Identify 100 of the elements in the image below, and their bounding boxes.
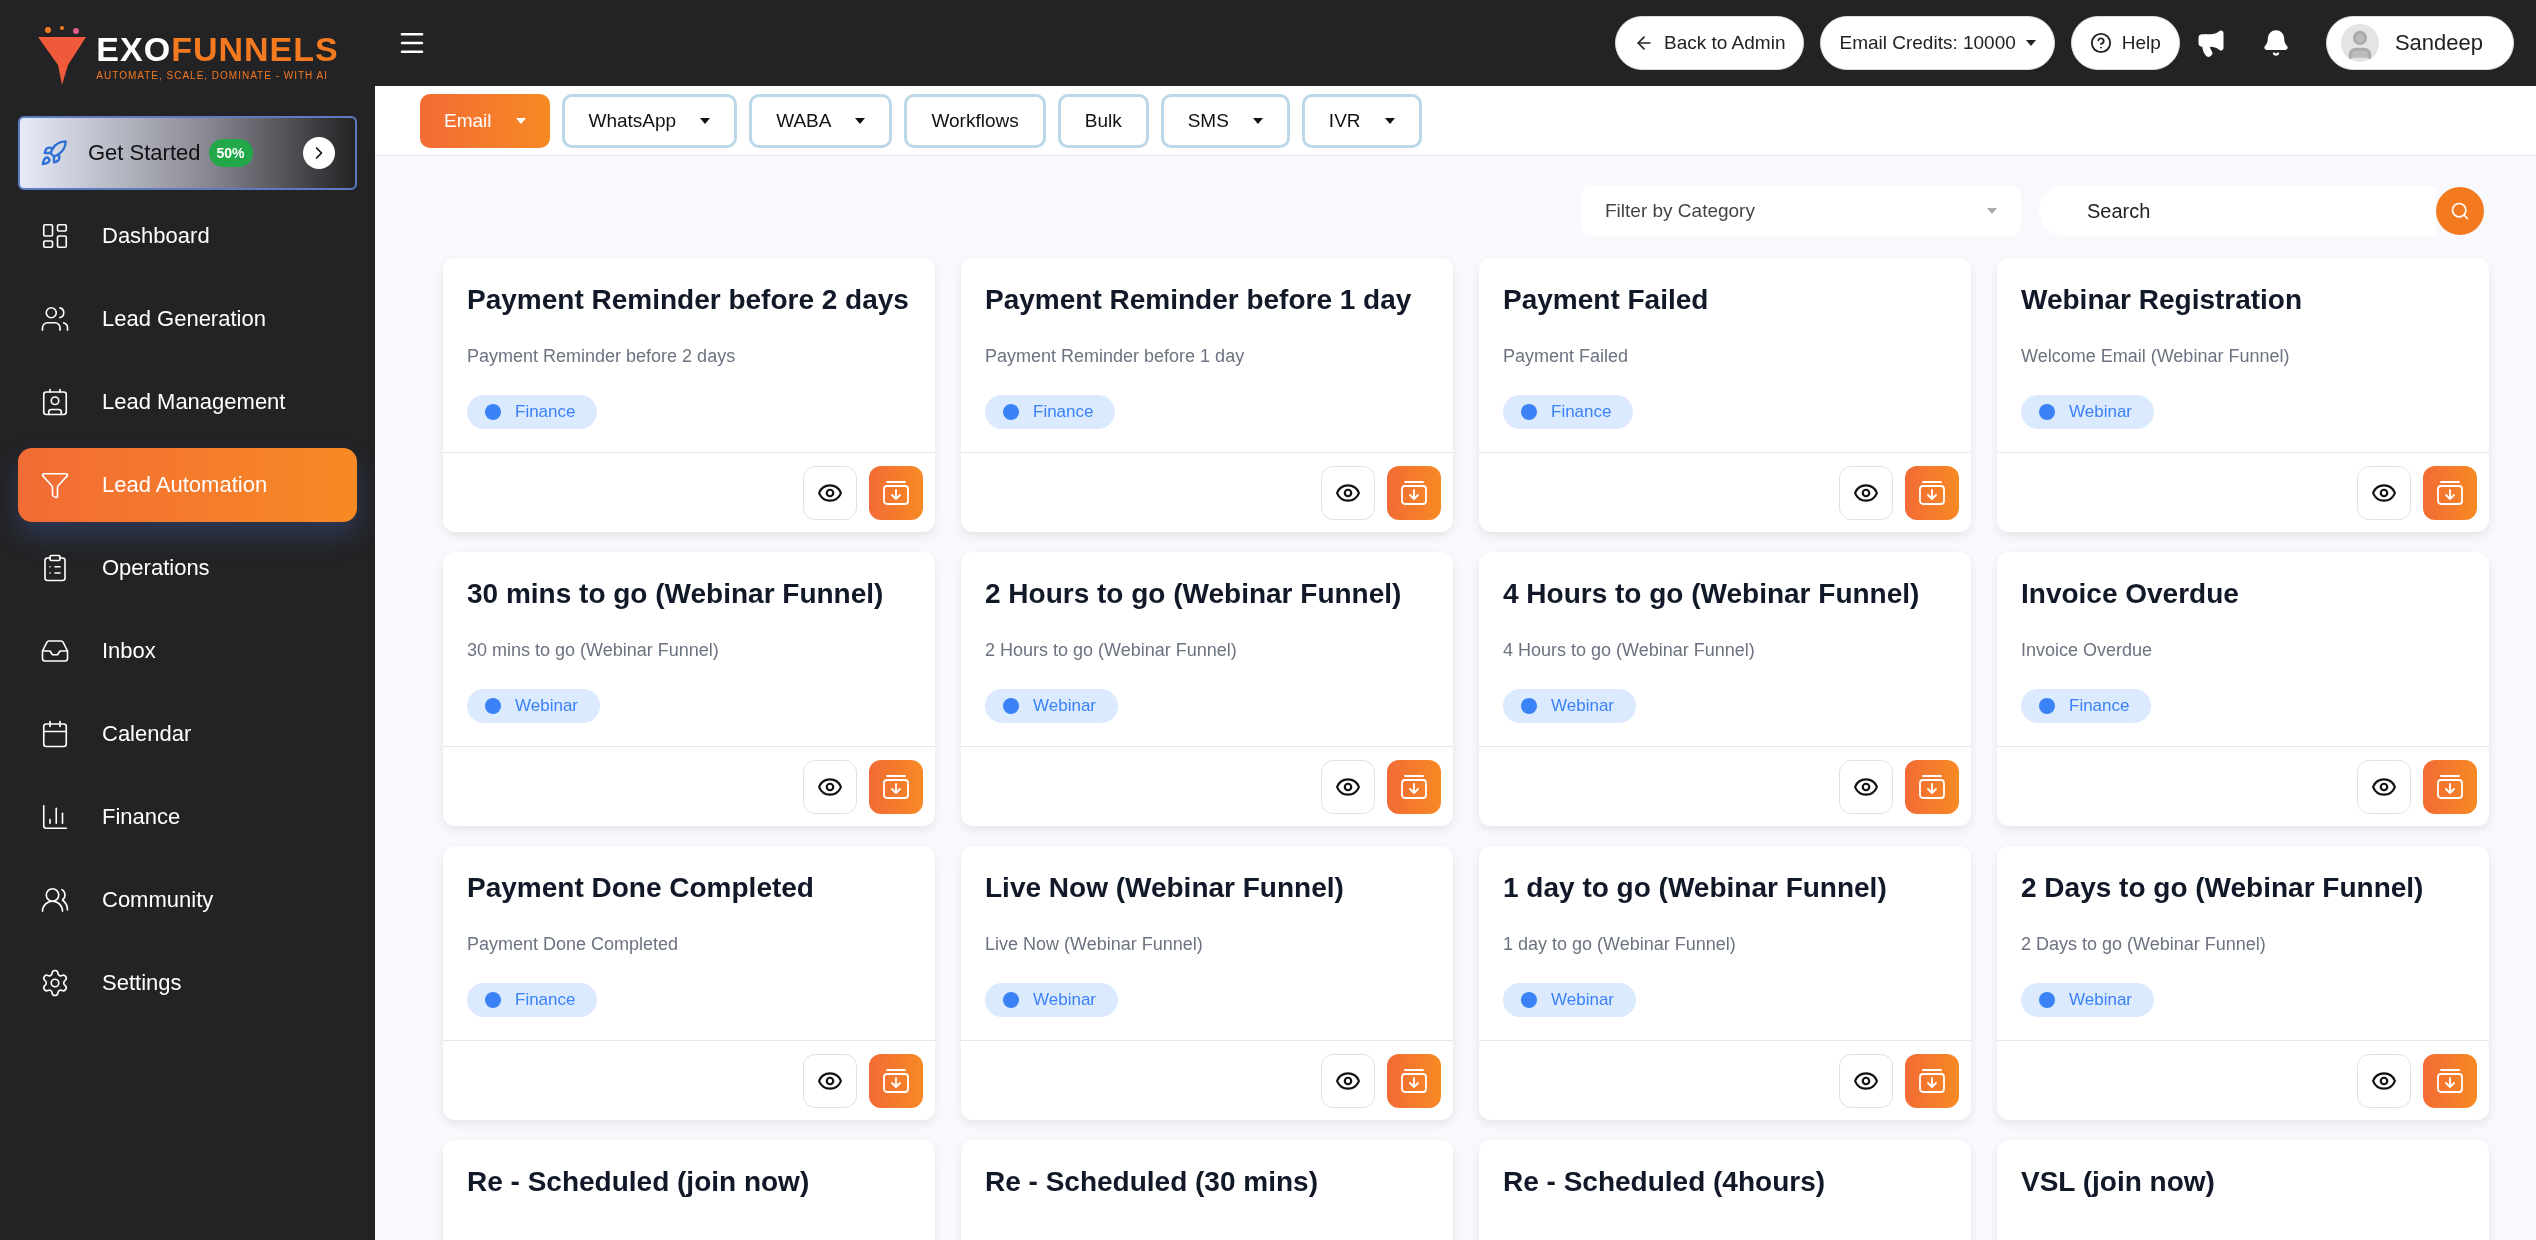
contact-card-icon: [40, 387, 70, 417]
card-title: 4 Hours to go (Webinar Funnel): [1503, 578, 1921, 610]
tray-download-icon: [2437, 480, 2463, 505]
tag-label: Finance: [1033, 402, 1094, 422]
import-button[interactable]: [1387, 759, 1441, 814]
import-button[interactable]: [869, 759, 923, 814]
tag-dot-icon: [2039, 404, 2055, 420]
card-subtitle: Payment Reminder before 1 day: [985, 346, 1246, 367]
preview-button[interactable]: [2357, 759, 2411, 814]
sidebar-item[interactable]: Settings: [18, 946, 357, 1020]
group-icon: [40, 885, 70, 915]
import-button[interactable]: [869, 1053, 923, 1108]
help-button[interactable]: Help: [2070, 16, 2180, 70]
preview-button[interactable]: [803, 1053, 857, 1108]
category-filter-select[interactable]: Filter by Category: [1581, 186, 2021, 236]
card-subtitle: Payment Failed: [1503, 346, 1630, 367]
tray-download-icon: [1401, 774, 1427, 799]
card-title: Webinar Registration: [2021, 284, 2304, 316]
card-title: VSL (join now): [2021, 1166, 2216, 1198]
card-title: Live Now (Webinar Funnel): [985, 872, 1345, 904]
card-subtitle: 30 mins to go (Webinar Funnel): [467, 640, 720, 661]
preview-button[interactable]: [2357, 1053, 2411, 1108]
card-subtitle: Invoice Overdue: [2021, 640, 2154, 661]
avatar-icon: [2340, 24, 2379, 62]
preview-button[interactable]: [803, 465, 857, 520]
import-button[interactable]: [1387, 465, 1441, 520]
card-title: Invoice Overdue: [2021, 578, 2240, 610]
import-button[interactable]: [2423, 759, 2477, 814]
channel-tab[interactable]: SMS: [1160, 93, 1290, 148]
card-subtitle: Payment Reminder before 2 days: [467, 346, 737, 367]
tag-label: Finance: [515, 402, 576, 422]
card-title: 2 Days to go (Webinar Funnel): [2021, 872, 2425, 904]
channel-tab[interactable]: IVR: [1301, 93, 1422, 148]
preview-button[interactable]: [2357, 465, 2411, 520]
preview-button[interactable]: [1321, 1053, 1375, 1108]
bar-chart-icon: [40, 802, 70, 832]
tag-label: Finance: [2069, 696, 2130, 716]
tag-dot-icon: [1521, 992, 1537, 1008]
channel-tab[interactable]: Bulk: [1057, 93, 1149, 148]
back-to-admin-button[interactable]: Back to Admin: [1615, 16, 1805, 70]
get-started-card[interactable]: Get Started 50%: [18, 116, 357, 190]
search-icon: [2450, 201, 2470, 221]
get-started-label: Get Started: [88, 140, 201, 166]
import-button[interactable]: [1905, 465, 1959, 520]
tray-download-icon: [1919, 774, 1945, 799]
sidebar-item[interactable]: Finance: [18, 780, 357, 854]
tag-dot-icon: [2039, 698, 2055, 714]
preview-button[interactable]: [1321, 465, 1375, 520]
tag-label: Webinar: [1551, 696, 1614, 716]
import-button[interactable]: [1905, 1053, 1959, 1108]
dashboard-icon: [40, 221, 70, 251]
sidebar-item[interactable]: Lead Generation: [18, 282, 357, 356]
card-title: Re - Scheduled (30 mins): [985, 1166, 1319, 1198]
card-subtitle: 4 Hours to go (Webinar Funnel): [1503, 640, 1756, 661]
import-button[interactable]: [869, 465, 923, 520]
tag-label: Webinar: [515, 696, 578, 716]
preview-button[interactable]: [1839, 759, 1893, 814]
card-title: 2 Hours to go (Webinar Funnel): [985, 578, 1403, 610]
tag-label: Webinar: [1033, 990, 1096, 1010]
import-button[interactable]: [2423, 465, 2477, 520]
preview-button[interactable]: [1839, 465, 1893, 520]
channel-tab[interactable]: WhatsApp: [561, 93, 738, 148]
sidebar-item[interactable]: Community: [18, 863, 357, 937]
user-menu-button[interactable]: Sandeep: [2325, 16, 2514, 70]
import-button[interactable]: [2423, 1053, 2477, 1108]
card-title: Payment Done Completed: [467, 872, 815, 904]
preview-button[interactable]: [803, 759, 857, 814]
channel-tab[interactable]: Workflows: [904, 93, 1046, 148]
sidebar-item[interactable]: Inbox: [18, 614, 357, 688]
card-subtitle: Payment Done Completed: [467, 934, 680, 955]
email-credits-dropdown[interactable]: Email Credits: 10000: [1820, 16, 2055, 70]
brand-logo-text: EXOFUNNELS: [96, 31, 339, 66]
people-icon: [40, 304, 70, 334]
funnel-icon: [40, 470, 70, 500]
channel-tab[interactable]: WABA: [749, 93, 893, 148]
card-title: Payment Failed: [1503, 284, 1710, 316]
tray-download-icon: [1919, 480, 1945, 505]
card-subtitle: 2 Days to go (Webinar Funnel): [2021, 934, 2267, 955]
sidebar-item[interactable]: Lead Management: [18, 365, 357, 439]
tray-download-icon: [2437, 1068, 2463, 1093]
sidebar-item[interactable]: Operations: [18, 531, 357, 605]
import-button[interactable]: [1387, 1053, 1441, 1108]
tag-dot-icon: [485, 992, 501, 1008]
search-field[interactable]: Search: [2039, 186, 2436, 236]
rocket-icon: [40, 139, 68, 167]
search-button[interactable]: [2436, 187, 2484, 235]
tag-label: Webinar: [1551, 990, 1614, 1010]
tag-label: Webinar: [2069, 402, 2132, 422]
preview-button[interactable]: [1321, 759, 1375, 814]
preview-button[interactable]: [1839, 1053, 1893, 1108]
next-button[interactable]: [303, 137, 335, 169]
sidebar-item[interactable]: Calendar: [18, 697, 357, 771]
sidebar-item[interactable]: Dashboard: [18, 199, 357, 273]
import-button[interactable]: [1905, 759, 1959, 814]
progress-badge: 50%: [208, 139, 253, 167]
tray-download-icon: [883, 774, 909, 799]
tag-dot-icon: [1003, 992, 1019, 1008]
tag-dot-icon: [2039, 992, 2055, 1008]
tag-dot-icon: [1521, 698, 1537, 714]
notification-bell-icon[interactable]: [2261, 29, 2290, 57]
